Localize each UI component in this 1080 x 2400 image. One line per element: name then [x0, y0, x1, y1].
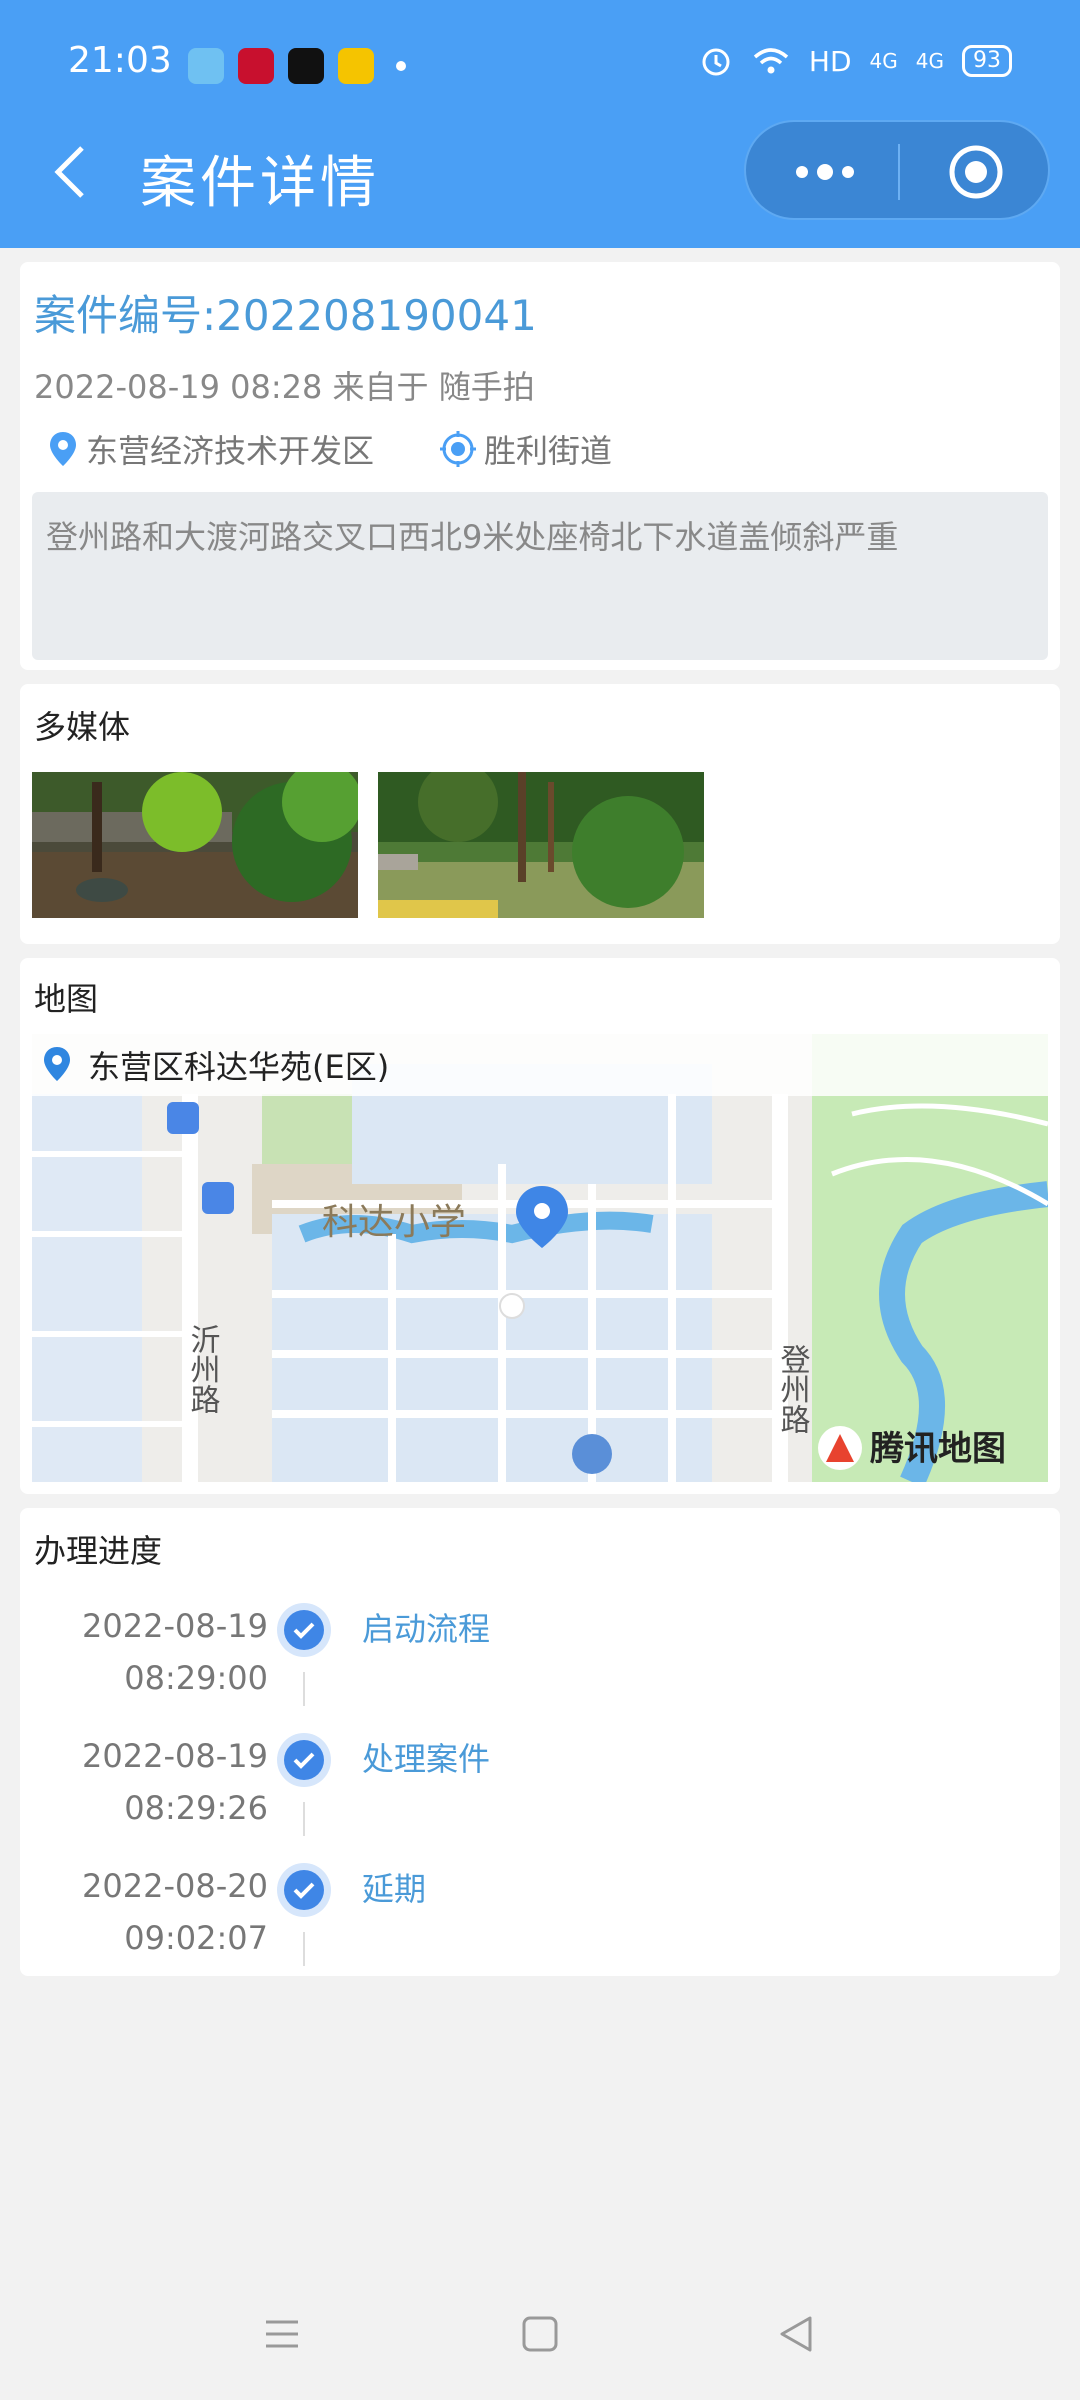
- road-left-text: 沂州路: [186, 1324, 221, 1414]
- tencent-map-brand: 腾讯地图: [870, 1430, 1006, 1468]
- timeline-connector: [303, 1802, 305, 1836]
- locate-target-icon: [440, 431, 477, 467]
- progress-card: 办理进度 2022-08-19 08:29:00 启动流程 2022-08-19…: [20, 1508, 1060, 1976]
- bus-stop-icon: [167, 1102, 199, 1134]
- signal-4g-2: 4G: [915, 49, 944, 73]
- close-target-icon[interactable]: [948, 144, 1004, 200]
- step-label[interactable]: 启动流程: [362, 1604, 490, 1650]
- mini-program-capsule: [744, 120, 1050, 220]
- status-time: 21:03: [68, 40, 172, 81]
- map-card: 地图 科达小学 沂州路 登州路 腾讯地图 东营区科达华苑(E区): [20, 958, 1060, 1494]
- map-label-road-left: 沂州路: [186, 1324, 221, 1414]
- reward-app-icon: [338, 48, 374, 84]
- location-pin-icon: [44, 1047, 70, 1081]
- step-time: 08:29:00: [124, 1659, 268, 1697]
- map-label-school: 科达小学: [322, 1201, 466, 1242]
- tiktok-app-icon: [288, 48, 324, 84]
- nav-bar: 案件详情: [0, 120, 1080, 230]
- page-title: 案件详情: [140, 151, 380, 216]
- media-photo-1[interactable]: [32, 772, 358, 918]
- timeline-step: 2022-08-19 08:29:26 处理案件: [20, 1730, 1060, 1860]
- step-date: 2022-08-19: [82, 1607, 268, 1645]
- timeline-connector: [303, 1932, 305, 1966]
- road-right-text: 登州路: [776, 1344, 811, 1434]
- timeline-step: 2022-08-20 09:02:07 延期: [20, 1860, 1060, 1990]
- district-tag: 东营经济技术开发区: [48, 426, 374, 472]
- step-label[interactable]: 处理案件: [362, 1734, 490, 1780]
- top-bar: 21:03 HD 4G 4G 93 案件详情: [0, 0, 1080, 248]
- map-label-road-right: 登州路: [776, 1344, 811, 1434]
- status-bar: 21:03 HD 4G 4G 93: [0, 30, 1080, 100]
- back-arrow-icon[interactable]: [46, 142, 96, 202]
- case-meta: 2022-08-19 08:28 来自于 随手拍: [34, 368, 535, 406]
- alarm-icon: [702, 48, 730, 76]
- progress-title: 办理进度: [34, 1532, 163, 1570]
- media-photo-2[interactable]: [378, 772, 704, 918]
- timeline-connector: [303, 1672, 305, 1706]
- browser-app-icon: [188, 48, 224, 84]
- more-notifications-dot: [396, 61, 406, 71]
- news-app-icon: [238, 48, 274, 84]
- step-date: 2022-08-20: [82, 1867, 268, 1905]
- back-triangle-icon[interactable]: [774, 2312, 818, 2356]
- map-title: 地图: [34, 980, 99, 1018]
- case-info-card: 案件编号:202208190041 2022-08-19 08:28 来自于 随…: [20, 262, 1060, 670]
- street-tag: 胜利街道: [440, 426, 612, 472]
- signal-4g-1: 4G: [869, 49, 898, 73]
- check-circle-icon: [277, 1603, 331, 1657]
- menu-icon[interactable]: [260, 2312, 304, 2356]
- step-time: 08:29:26: [124, 1789, 268, 1827]
- timeline-step: 2022-08-19 08:29:00 启动流程: [20, 1600, 1060, 1730]
- map-canvas[interactable]: 科达小学 沂州路 登州路 腾讯地图: [32, 1034, 1048, 1482]
- step-datetime: 2022-08-20 09:02:07: [82, 1860, 268, 1964]
- media-title: 多媒体: [34, 708, 131, 746]
- case-locations: 东营经济技术开发区 胜利街道: [48, 426, 678, 472]
- wifi-icon: [753, 48, 789, 74]
- step-date: 2022-08-19: [82, 1737, 268, 1775]
- step-datetime: 2022-08-19 08:29:26: [82, 1730, 268, 1834]
- battery-indicator: 93: [962, 45, 1012, 77]
- hd-label: HD: [808, 44, 852, 78]
- home-square-icon[interactable]: [518, 2312, 562, 2356]
- poi-home-icon: [572, 1434, 612, 1474]
- street-label: 胜利街道: [484, 432, 613, 470]
- tencent-map-logo: 腾讯地图: [818, 1426, 1006, 1470]
- step-time: 09:02:07: [124, 1919, 268, 1957]
- more-dots-icon[interactable]: [790, 162, 860, 182]
- case-number: 案件编号:202208190041: [34, 291, 537, 340]
- step-label[interactable]: 延期: [362, 1864, 426, 1910]
- check-circle-icon: [277, 1733, 331, 1787]
- check-circle-icon: [277, 1863, 331, 1917]
- step-datetime: 2022-08-19 08:29:00: [82, 1600, 268, 1704]
- bus-stop-icon: [202, 1182, 234, 1214]
- map-address-bar: 东营区科达华苑(E区): [32, 1034, 1048, 1096]
- system-nav-bar: [0, 2268, 1080, 2400]
- notification-icons: [188, 48, 406, 84]
- district-label: 东营经济技术开发区: [86, 432, 375, 470]
- capsule-divider: [898, 144, 900, 200]
- map-address-label: 东营区科达华苑(E区): [88, 1048, 390, 1086]
- status-right: HD 4G 4G 93: [699, 44, 1012, 78]
- location-pin-icon: [50, 432, 76, 466]
- media-card: 多媒体: [20, 684, 1060, 944]
- case-description: 登州路和大渡河路交叉口西北9米处座椅北下水道盖倾斜严重: [32, 492, 1048, 660]
- map-view[interactable]: 科达小学 沂州路 登州路 腾讯地图 东营区科达华苑(E区): [32, 1034, 1048, 1482]
